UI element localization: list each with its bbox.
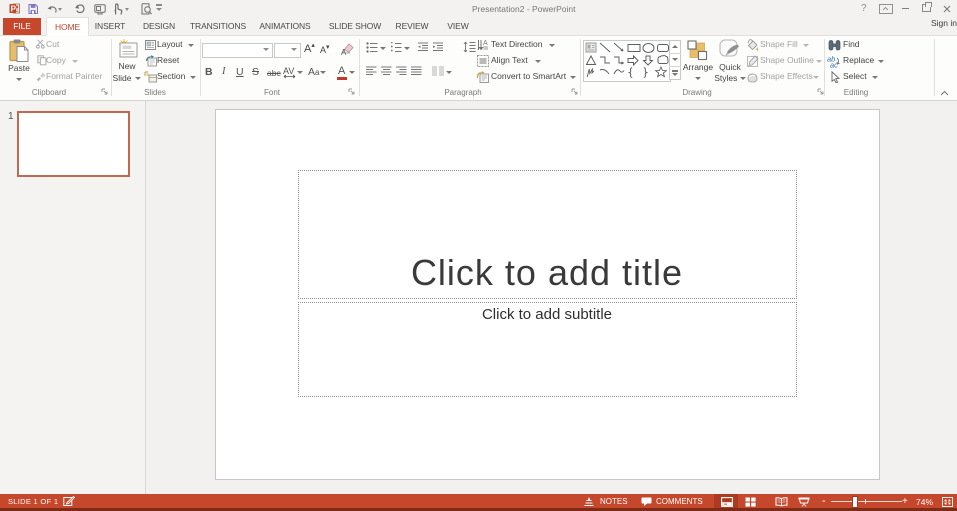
- svg-text:A: A: [483, 40, 488, 47]
- svg-text:A: A: [341, 48, 347, 55]
- svg-text:P: P: [11, 5, 17, 14]
- svg-text:ac: ac: [830, 61, 838, 69]
